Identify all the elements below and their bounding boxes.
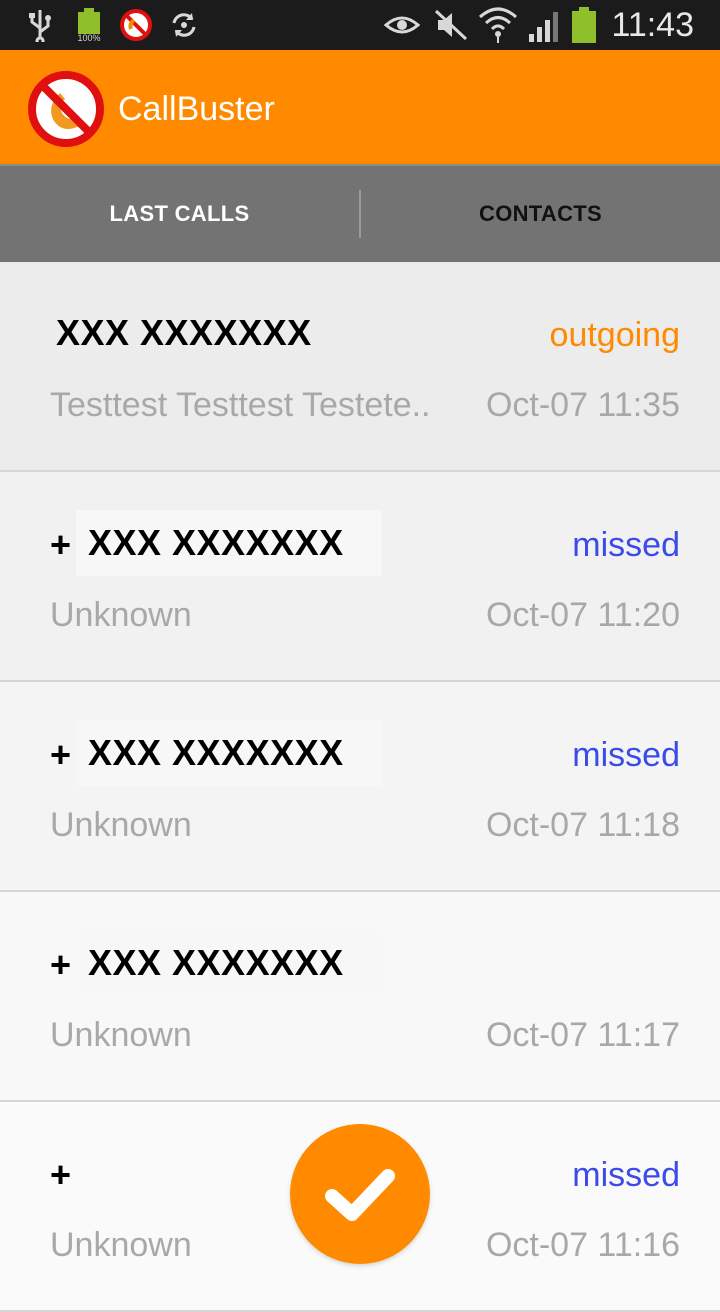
phone-number: XXX XXXXXXX <box>88 942 344 983</box>
svg-text:100%: 100% <box>77 33 100 42</box>
contact-name: Unknown <box>50 806 192 844</box>
call-type-label: outgoing <box>549 316 680 354</box>
tab-contacts[interactable]: CONTACTS <box>361 166 720 262</box>
phone-number: XXX XXXXXXX <box>88 732 344 773</box>
app-title: CallBuster <box>118 90 275 128</box>
blocked-phone-icon <box>28 71 104 147</box>
call-time: Oct-07 11:17 <box>485 1016 680 1054</box>
contact-name: Testtest Testtest Testete.. <box>50 386 431 424</box>
call-time: Oct-07 11:18 <box>485 806 680 844</box>
wifi-icon <box>478 6 518 44</box>
call-time: Oct-07 11:35 <box>485 386 680 424</box>
sync-icon <box>168 6 200 44</box>
call-type-label: missed <box>572 736 680 774</box>
phone-number: XXX XXXXXXX <box>88 522 344 563</box>
status-bar: 100% 11:43 <box>0 0 720 50</box>
confirm-fab-button[interactable] <box>290 1124 430 1264</box>
call-time: Oct-07 11:16 <box>485 1226 680 1264</box>
callbuster-notification-icon <box>120 6 152 44</box>
battery-full-icon <box>570 6 598 44</box>
battery-icon: 100% <box>74 6 104 44</box>
usb-icon <box>26 6 54 44</box>
contact-name: Unknown <box>50 596 192 634</box>
signal-icon <box>526 6 564 44</box>
call-list-item[interactable]: XXX XXXXXXX outgoing Testtest Testtest T… <box>0 262 720 472</box>
tab-bar: LAST CALLS CONTACTS <box>0 164 720 262</box>
call-list-item[interactable]: + XXX XXXXXXX Unknown Oct-07 11:17 <box>0 892 720 1102</box>
eye-icon <box>384 6 420 44</box>
contact-name: Unknown <box>50 1016 192 1054</box>
status-clock: 11:43 <box>611 6 694 44</box>
call-list-item[interactable]: + XXX XXXXXXX missed Unknown Oct-07 11:2… <box>0 472 720 682</box>
call-type-label: missed <box>572 526 680 564</box>
number-prefix: + <box>50 734 72 775</box>
call-type-label: missed <box>572 1156 680 1194</box>
call-time: Oct-07 11:20 <box>485 596 680 634</box>
tab-last-calls[interactable]: LAST CALLS <box>0 166 359 262</box>
number-prefix: + <box>50 944 72 985</box>
app-bar: CallBuster <box>0 50 720 164</box>
number-prefix: + <box>50 1154 72 1195</box>
phone-number: XXX XXXXXXX <box>56 312 312 353</box>
call-list-item[interactable]: + XXX XXXXXXX missed Unknown Oct-07 11:1… <box>0 682 720 892</box>
checkmark-icon <box>325 1169 395 1221</box>
mute-icon <box>434 6 468 44</box>
number-prefix: + <box>50 524 72 565</box>
